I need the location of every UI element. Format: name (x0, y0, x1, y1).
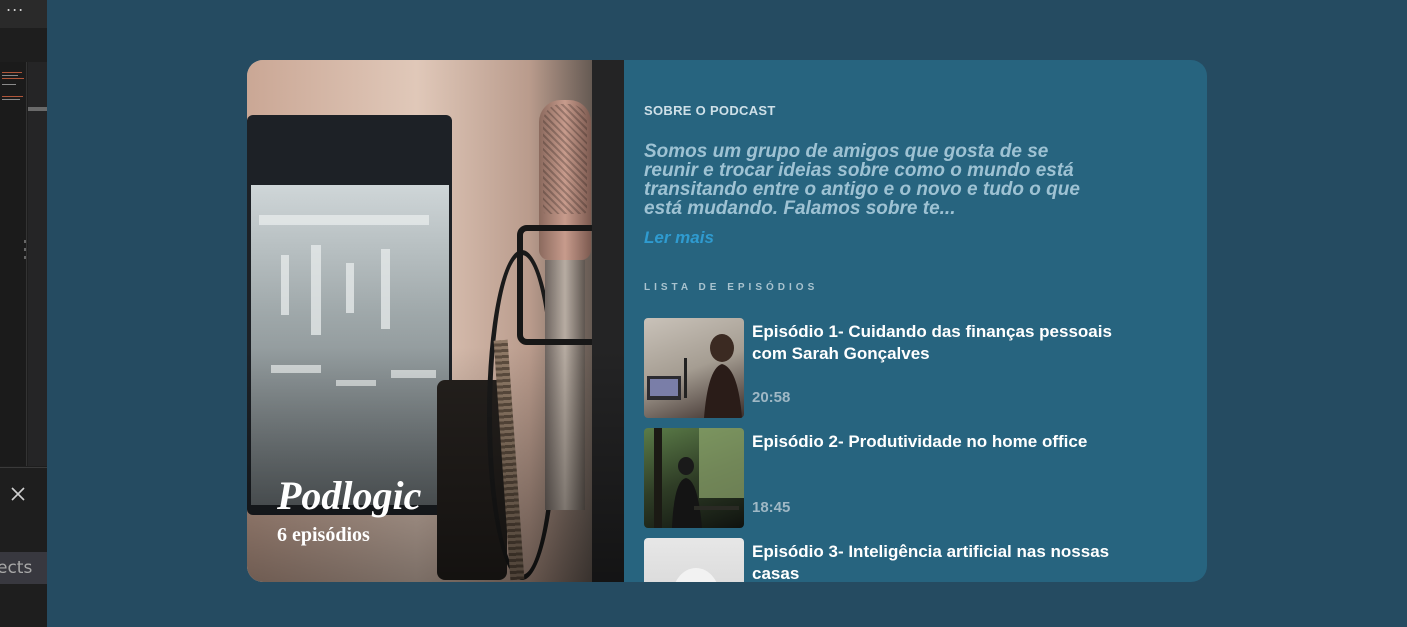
episode-item[interactable]: Episódio 2- Produtividade no home office… (644, 428, 1124, 528)
episode-duration: 18:45 (752, 499, 791, 516)
scrollbar-thumb[interactable] (28, 107, 47, 111)
close-icon[interactable] (10, 486, 26, 502)
episode-list-label: LISTA DE EPISÓDIOS (644, 282, 819, 293)
episode-item[interactable]: Episódio 3- Inteligência artificial nas … (644, 538, 1124, 582)
more-options-icon[interactable]: ... (6, 0, 24, 15)
episode-thumbnail[interactable] (644, 538, 744, 582)
podcast-description: Somos um grupo de amigos que gosta de se… (644, 141, 1080, 219)
vertical-scrollbar[interactable] (28, 62, 47, 466)
podcast-cover: Podlogic 6 episódios (247, 60, 624, 582)
editor-top-bar: ... (0, 0, 47, 28)
read-more-link[interactable]: Ler mais (644, 228, 714, 248)
episode-item[interactable]: Episódio 1- Cuidando das finanças pessoa… (644, 318, 1124, 418)
podcast-title: Podlogic (277, 473, 422, 518)
podcast-info: SOBRE O PODCAST Somos um grupo de amigos… (624, 60, 1207, 582)
about-label: SOBRE O PODCAST (644, 103, 776, 118)
episode-thumbnail[interactable] (644, 428, 744, 528)
editor-side-panel: ... ects (0, 0, 47, 627)
episode-count: 6 episódios (277, 524, 370, 546)
panel-tab[interactable]: ects (0, 552, 47, 584)
episode-title[interactable]: Episódio 2- Produtividade no home office (752, 431, 1142, 453)
episode-title[interactable]: Episódio 1- Cuidando das finanças pessoa… (752, 321, 1142, 365)
podcast-card: Podlogic 6 episódios SOBRE O PODCAST Som… (247, 60, 1207, 582)
episode-duration: 20:58 (752, 389, 791, 406)
episode-title[interactable]: Episódio 3- Inteligência artificial nas … (752, 541, 1142, 582)
episode-thumbnail[interactable] (644, 318, 744, 418)
minimap[interactable] (0, 62, 27, 466)
